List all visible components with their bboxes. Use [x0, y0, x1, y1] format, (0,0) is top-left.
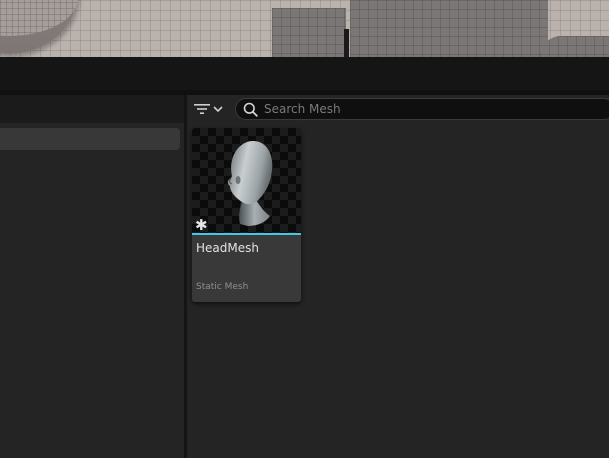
asset-name: HeadMesh: [196, 241, 259, 255]
sources-selected-folder[interactable]: [0, 128, 180, 150]
chevron-down-icon: [213, 106, 223, 113]
search-icon: [243, 102, 258, 117]
editor-window: ✱ HeadMesh Static Mesh: [0, 0, 609, 458]
filter-icon: [194, 104, 210, 114]
sources-panel-header: [0, 95, 184, 123]
search-box[interactable]: [235, 98, 609, 120]
asset-type-label: Static Mesh: [196, 282, 249, 292]
asset-thumbnail: ✱: [192, 128, 301, 233]
asterisk-icon: ✱: [195, 216, 208, 234]
head-mesh-icon: [227, 140, 273, 226]
viewport-post: [344, 29, 349, 57]
search-input[interactable]: [264, 100, 609, 118]
level-viewport[interactable]: [0, 0, 609, 57]
asset-view-panel: ✱ HeadMesh Static Mesh: [187, 95, 609, 458]
viewport-block: [272, 8, 346, 57]
viewport-block: [540, 36, 609, 57]
sources-panel: [0, 95, 184, 458]
content-browser-toolbar: [0, 57, 609, 90]
asset-type-color-bar: [192, 233, 301, 235]
viewport-cylinder-top: [0, 0, 78, 36]
filter-dropdown-button[interactable]: [193, 98, 229, 120]
viewport-block: [350, 0, 548, 57]
asset-tile-headmesh[interactable]: ✱ HeadMesh Static Mesh: [192, 128, 301, 302]
